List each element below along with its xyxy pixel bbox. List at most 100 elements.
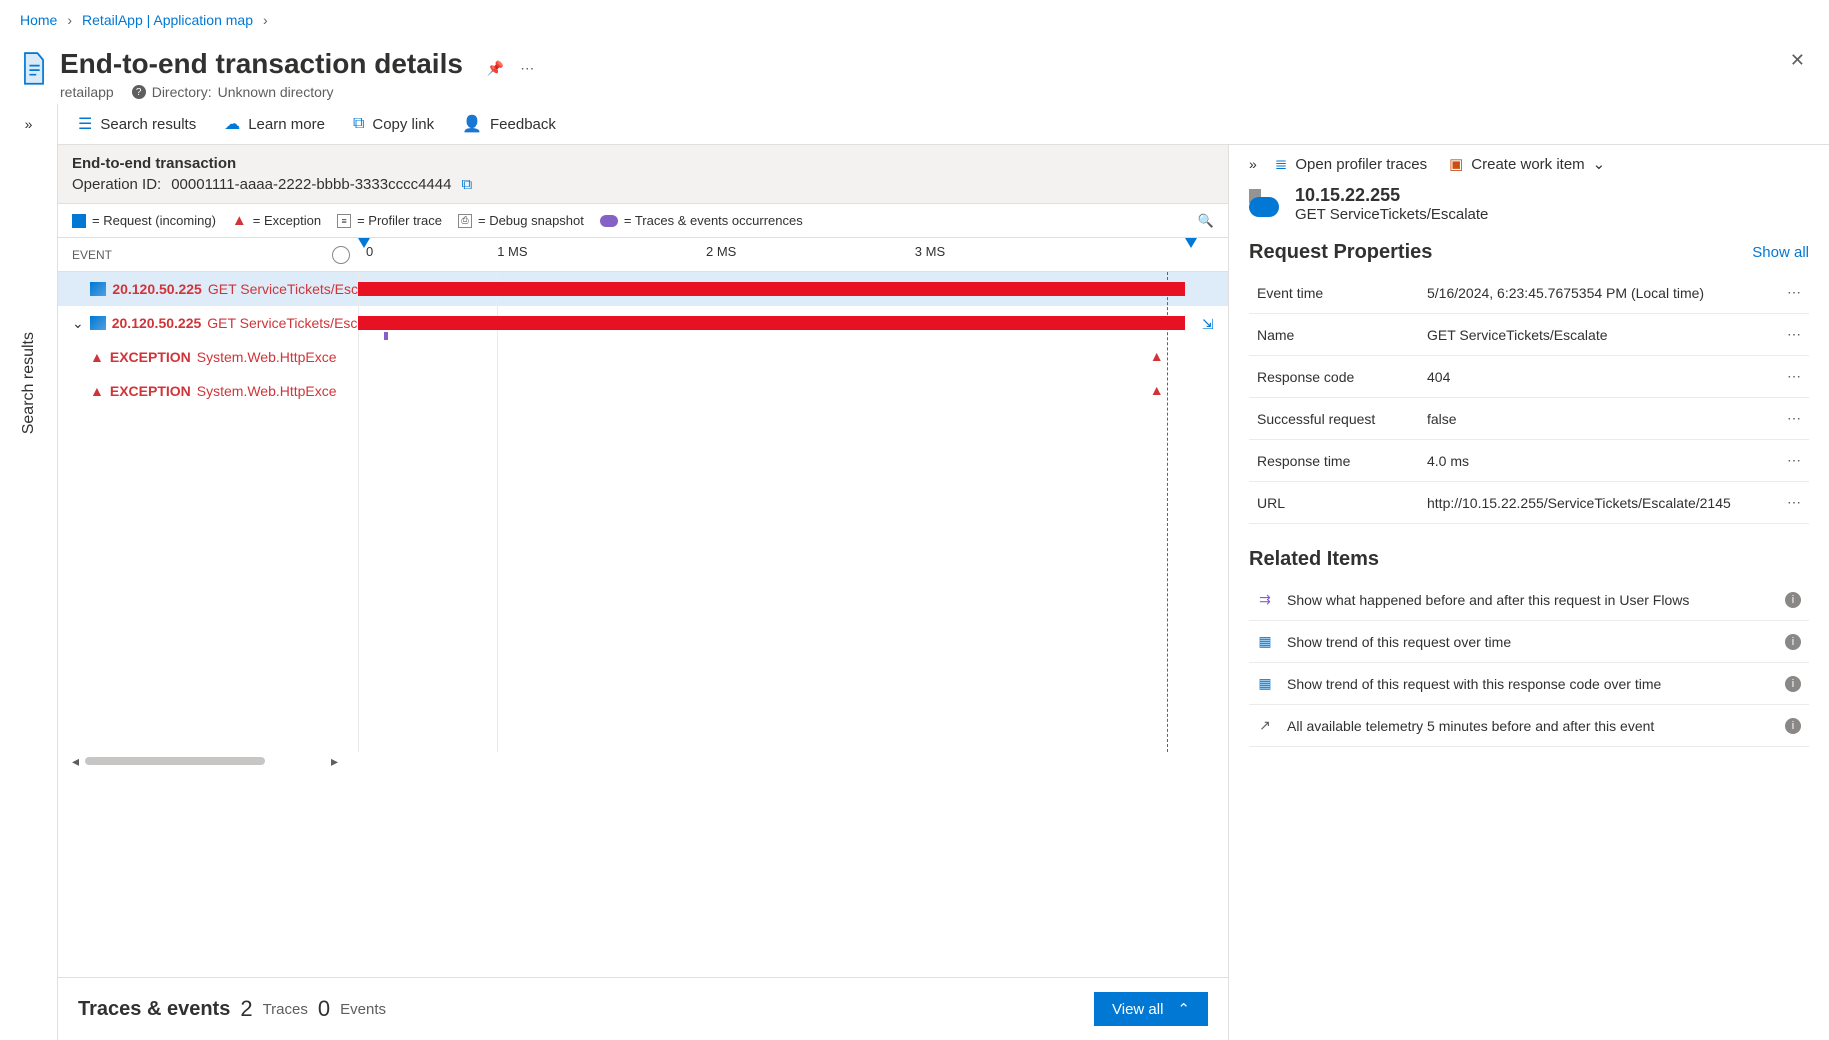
range-end-marker[interactable] xyxy=(1185,238,1197,248)
property-row: Response time4.0 ms⋯ xyxy=(1249,440,1809,482)
cloud-server-icon xyxy=(1249,189,1281,219)
request-properties-heading: Request Properties xyxy=(1249,241,1432,264)
help-icon[interactable]: ? xyxy=(132,85,146,99)
userflows-icon: ⇉ xyxy=(1257,591,1273,608)
warning-icon: ▲ xyxy=(90,349,104,365)
scroll-left-icon[interactable]: ◂ xyxy=(72,753,79,770)
chevron-down-icon: ⌄ xyxy=(1593,155,1606,173)
related-item[interactable]: ⇉Show what happened before and after thi… xyxy=(1249,579,1809,621)
profiler-legend-icon: ≡ xyxy=(337,214,351,228)
chevron-right-icon: › xyxy=(263,12,268,28)
open-profiler-button[interactable]: ≣Open profiler traces xyxy=(1275,155,1427,173)
search-icon[interactable]: 🔍 xyxy=(1198,213,1214,229)
more-icon[interactable]: ⋯ xyxy=(520,60,534,77)
request-bar[interactable] xyxy=(358,282,1185,296)
breadcrumb-home[interactable]: Home xyxy=(20,12,57,28)
related-item[interactable]: ▦Show trend of this request over timei xyxy=(1249,621,1809,663)
details-pane: » ≣Open profiler traces ▣Create work ite… xyxy=(1229,145,1829,1040)
expand-sidebar-icon[interactable]: » xyxy=(25,116,33,132)
request-bar[interactable] xyxy=(358,316,1185,330)
related-items-heading: Related Items xyxy=(1249,548,1379,571)
timeline-pane: End-to-end transaction Operation ID: 000… xyxy=(58,145,1229,1040)
property-row: Successful requestfalse⋯ xyxy=(1249,398,1809,440)
time-axis: 0 1 MS 2 MS 3 MS xyxy=(358,238,1228,271)
pin-icon[interactable]: 📌 xyxy=(487,60,504,77)
learn-more-button[interactable]: ☁Learn more xyxy=(224,114,325,134)
subtitle: retailapp xyxy=(60,84,114,100)
scroll-right-icon[interactable]: ▸ xyxy=(331,753,338,770)
more-icon[interactable]: ⋯ xyxy=(1787,284,1801,301)
server-request: GET ServiceTickets/Escalate xyxy=(1295,206,1488,223)
exception-legend-icon: ▲ xyxy=(232,212,247,229)
page-title: End-to-end transaction details xyxy=(60,48,463,79)
property-row: URLhttp://10.15.22.255/ServiceTickets/Es… xyxy=(1249,482,1809,524)
more-icon[interactable]: ⋯ xyxy=(1787,452,1801,469)
feedback-icon: 👤 xyxy=(462,114,482,134)
document-icon xyxy=(20,52,48,86)
more-icon[interactable]: ⋯ xyxy=(1787,494,1801,511)
related-item[interactable]: ▦Show trend of this request with this re… xyxy=(1249,663,1809,705)
traces-legend-icon xyxy=(600,215,618,227)
sidebar-search-results[interactable]: Search results xyxy=(20,332,38,434)
more-icon[interactable]: ⋯ xyxy=(1787,326,1801,343)
directory-value: Unknown directory xyxy=(218,84,334,100)
timeline-row[interactable]: ⌄20.120.50.225GET ServiceTickets/Esc ⇲ xyxy=(58,306,1228,340)
show-all-link[interactable]: Show all xyxy=(1752,244,1809,261)
trace-occurrence-icon xyxy=(384,332,388,340)
timeline-row[interactable]: ▲EXCEPTIONSystem.Web.HttpExce ▲ xyxy=(58,340,1228,374)
warning-icon: ▲ xyxy=(90,383,104,399)
server-icon xyxy=(90,282,106,296)
more-icon[interactable]: ⋯ xyxy=(1787,410,1801,427)
feedback-button[interactable]: 👤Feedback xyxy=(462,114,556,134)
timeline-row[interactable]: ▲EXCEPTIONSystem.Web.HttpExce ▲ xyxy=(58,374,1228,408)
link-icon[interactable]: ⇲ xyxy=(1202,316,1214,333)
debug-legend-icon: ⎙ xyxy=(458,214,472,228)
traces-events-footer: Traces & events 2 Traces 0 Events View a… xyxy=(58,977,1228,1040)
scroll-thumb[interactable] xyxy=(85,757,265,765)
copy-link-button[interactable]: ⧉Copy link xyxy=(353,115,434,133)
exception-marker-icon[interactable]: ▲ xyxy=(1150,382,1164,398)
operation-id-value: 00001111-aaaa-2222-bbbb-3333cccc4444 xyxy=(171,176,451,193)
collapse-details-icon[interactable]: » xyxy=(1249,156,1257,172)
info-icon[interactable]: i xyxy=(1785,676,1801,692)
chevron-right-icon: › xyxy=(67,12,72,28)
property-row: NameGET ServiceTickets/Escalate⋯ xyxy=(1249,314,1809,356)
page-header: End-to-end transaction details 📌 ⋯ retai… xyxy=(0,40,1829,104)
create-work-item-button[interactable]: ▣Create work item⌄ xyxy=(1449,155,1605,173)
trend-icon: ▦ xyxy=(1257,633,1273,650)
view-all-button[interactable]: View all⌃ xyxy=(1094,992,1208,1026)
chevron-up-icon: ⌃ xyxy=(1177,1000,1190,1018)
chevron-down-icon[interactable]: ⌄ xyxy=(72,315,84,332)
copy-opid-icon[interactable]: ⧉ xyxy=(461,176,472,193)
command-bar: ☰Search results ☁Learn more ⧉Copy link 👤… xyxy=(58,104,1829,145)
transaction-title: End-to-end transaction xyxy=(72,155,1214,172)
profiler-icon: ≣ xyxy=(1275,155,1288,173)
copy-icon: ⧉ xyxy=(353,115,364,133)
request-legend-icon xyxy=(72,214,86,228)
telemetry-icon: ↗ xyxy=(1257,717,1273,734)
timeline-row[interactable]: 20.120.50.225GET ServiceTickets/Esc xyxy=(58,272,1228,306)
left-sidebar: » Search results xyxy=(0,104,58,1040)
info-icon[interactable]: i xyxy=(1785,718,1801,734)
list-icon: ☰ xyxy=(78,114,92,134)
event-column-header: EVENT xyxy=(72,248,112,262)
more-icon[interactable]: ⋯ xyxy=(1787,368,1801,385)
directory-label: Directory: xyxy=(152,84,212,100)
horizontal-scrollbar[interactable]: ◂ ▸ xyxy=(58,752,1228,770)
server-icon xyxy=(90,316,106,330)
legend: = Request (incoming) ▲= Exception ≡= Pro… xyxy=(58,204,1228,238)
server-ip: 10.15.22.255 xyxy=(1295,185,1488,206)
info-icon[interactable]: i xyxy=(1785,592,1801,608)
cloud-icon: ☁ xyxy=(224,114,240,134)
property-row: Event time5/16/2024, 6:23:45.7675354 PM … xyxy=(1249,272,1809,314)
trend-icon: ▦ xyxy=(1257,675,1273,692)
info-icon[interactable]: i xyxy=(1785,634,1801,650)
breadcrumb-appmap[interactable]: RetailApp | Application map xyxy=(82,12,253,28)
workitem-icon: ▣ xyxy=(1449,155,1463,173)
related-item[interactable]: ↗All available telemetry 5 minutes befor… xyxy=(1249,705,1809,747)
exception-marker-icon[interactable]: ▲ xyxy=(1150,348,1164,364)
clock-icon[interactable] xyxy=(332,246,350,264)
property-row: Response code404⋯ xyxy=(1249,356,1809,398)
search-results-button[interactable]: ☰Search results xyxy=(78,114,196,134)
close-icon[interactable]: ✕ xyxy=(1790,50,1805,71)
